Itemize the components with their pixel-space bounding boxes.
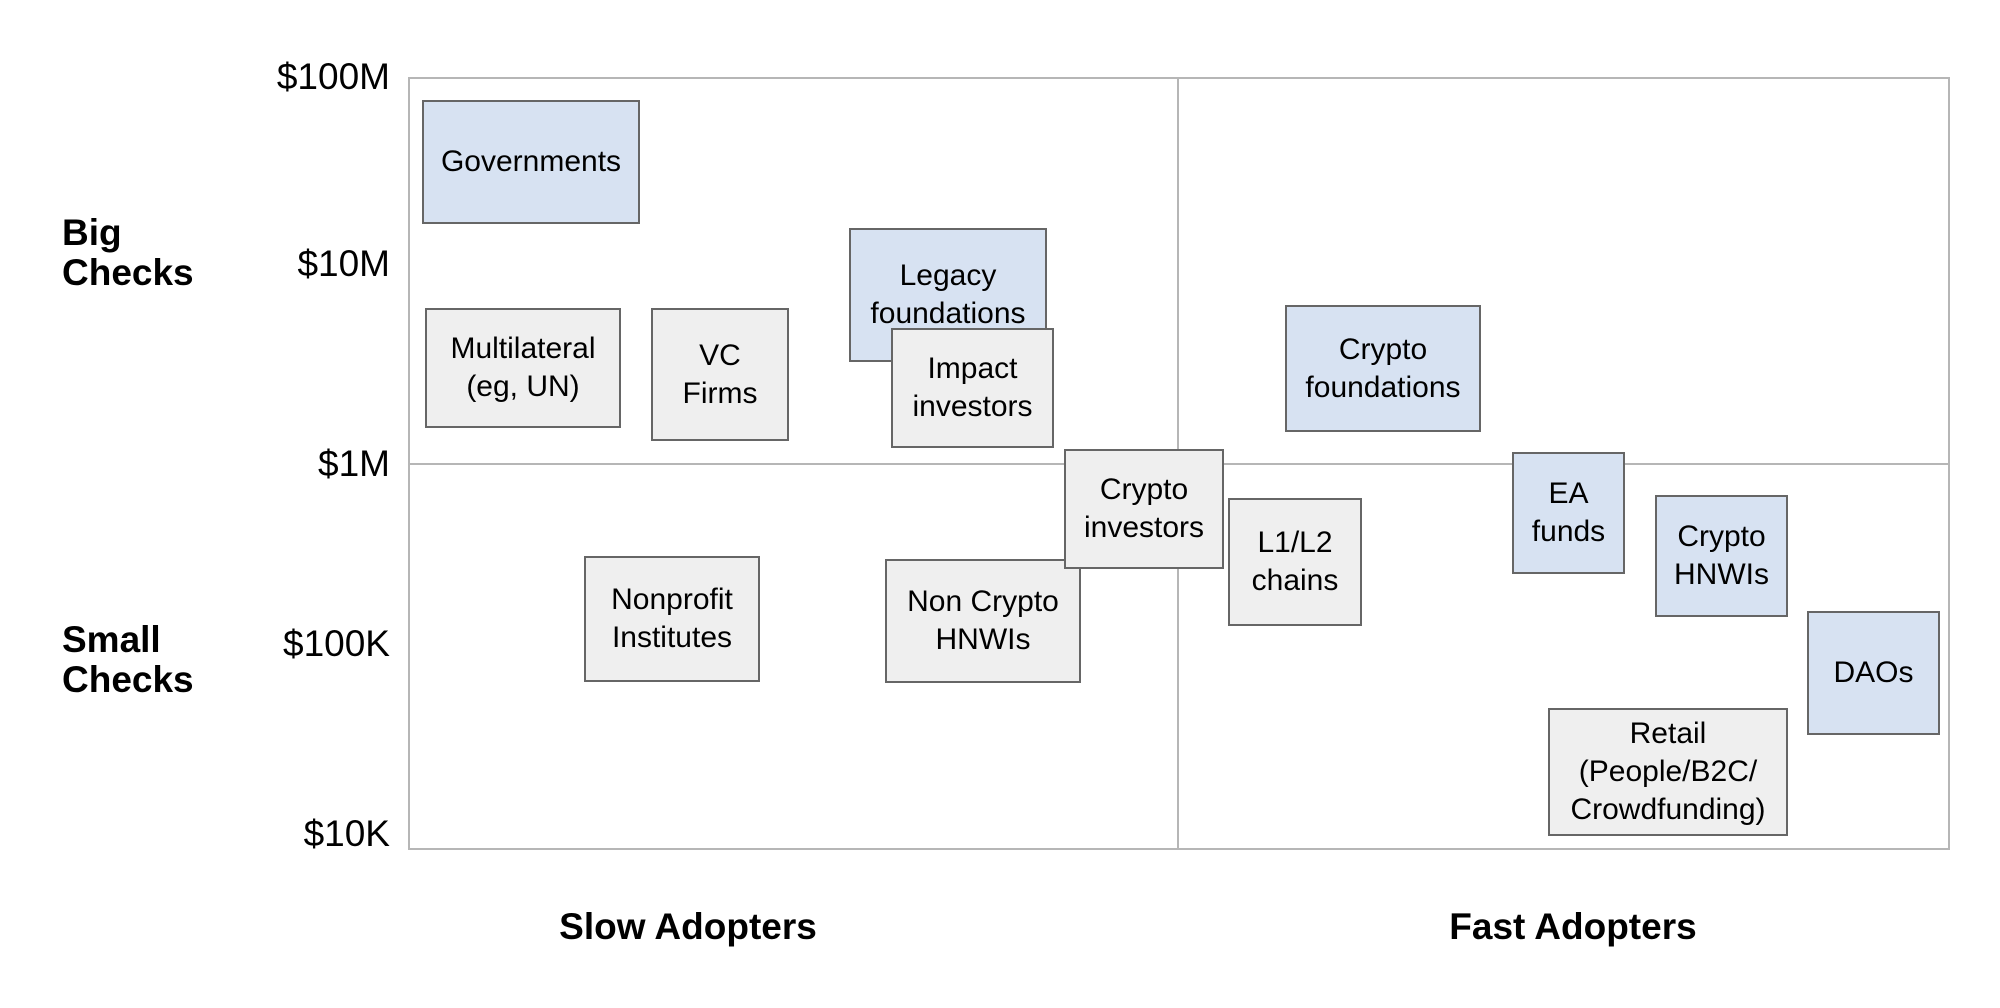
- y-tick-1m: $1M: [318, 443, 390, 484]
- y-group-big-checks: Big Checks: [62, 212, 194, 293]
- node-multilateral[interactable]: Multilateral (eg, UN): [425, 308, 621, 428]
- x-group-fast-adopters: Fast Adopters: [1449, 906, 1697, 947]
- node-crypto-foundations[interactable]: Crypto foundations: [1285, 305, 1481, 432]
- node-vc-firms[interactable]: VC Firms: [651, 308, 789, 441]
- node-l1-l2-chains[interactable]: L1/L2 chains: [1228, 498, 1362, 626]
- node-crypto-hnwis[interactable]: Crypto HNWIs: [1655, 495, 1788, 617]
- y-tick-100m: $100M: [276, 56, 390, 97]
- node-non-crypto-hnwis[interactable]: Non Crypto HNWIs: [885, 559, 1081, 683]
- node-retail[interactable]: Retail (People/B2C/ Crowdfunding): [1548, 708, 1788, 836]
- node-crypto-investors[interactable]: Crypto investors: [1064, 449, 1224, 569]
- quadrant-chart: $100M $10M $1M $100K $10K Big Checks Sma…: [0, 0, 2000, 1008]
- y-group-small-checks: Small Checks: [62, 619, 194, 700]
- x-group-slow-adopters: Slow Adopters: [559, 906, 817, 947]
- node-impact-investors[interactable]: Impact investors: [891, 328, 1054, 448]
- node-governments[interactable]: Governments: [422, 100, 640, 224]
- y-tick-10k: $10K: [303, 813, 390, 854]
- node-daos[interactable]: DAOs: [1807, 611, 1940, 735]
- node-ea-funds[interactable]: EA funds: [1512, 452, 1625, 574]
- node-nonprofit-institutes[interactable]: Nonprofit Institutes: [584, 556, 760, 682]
